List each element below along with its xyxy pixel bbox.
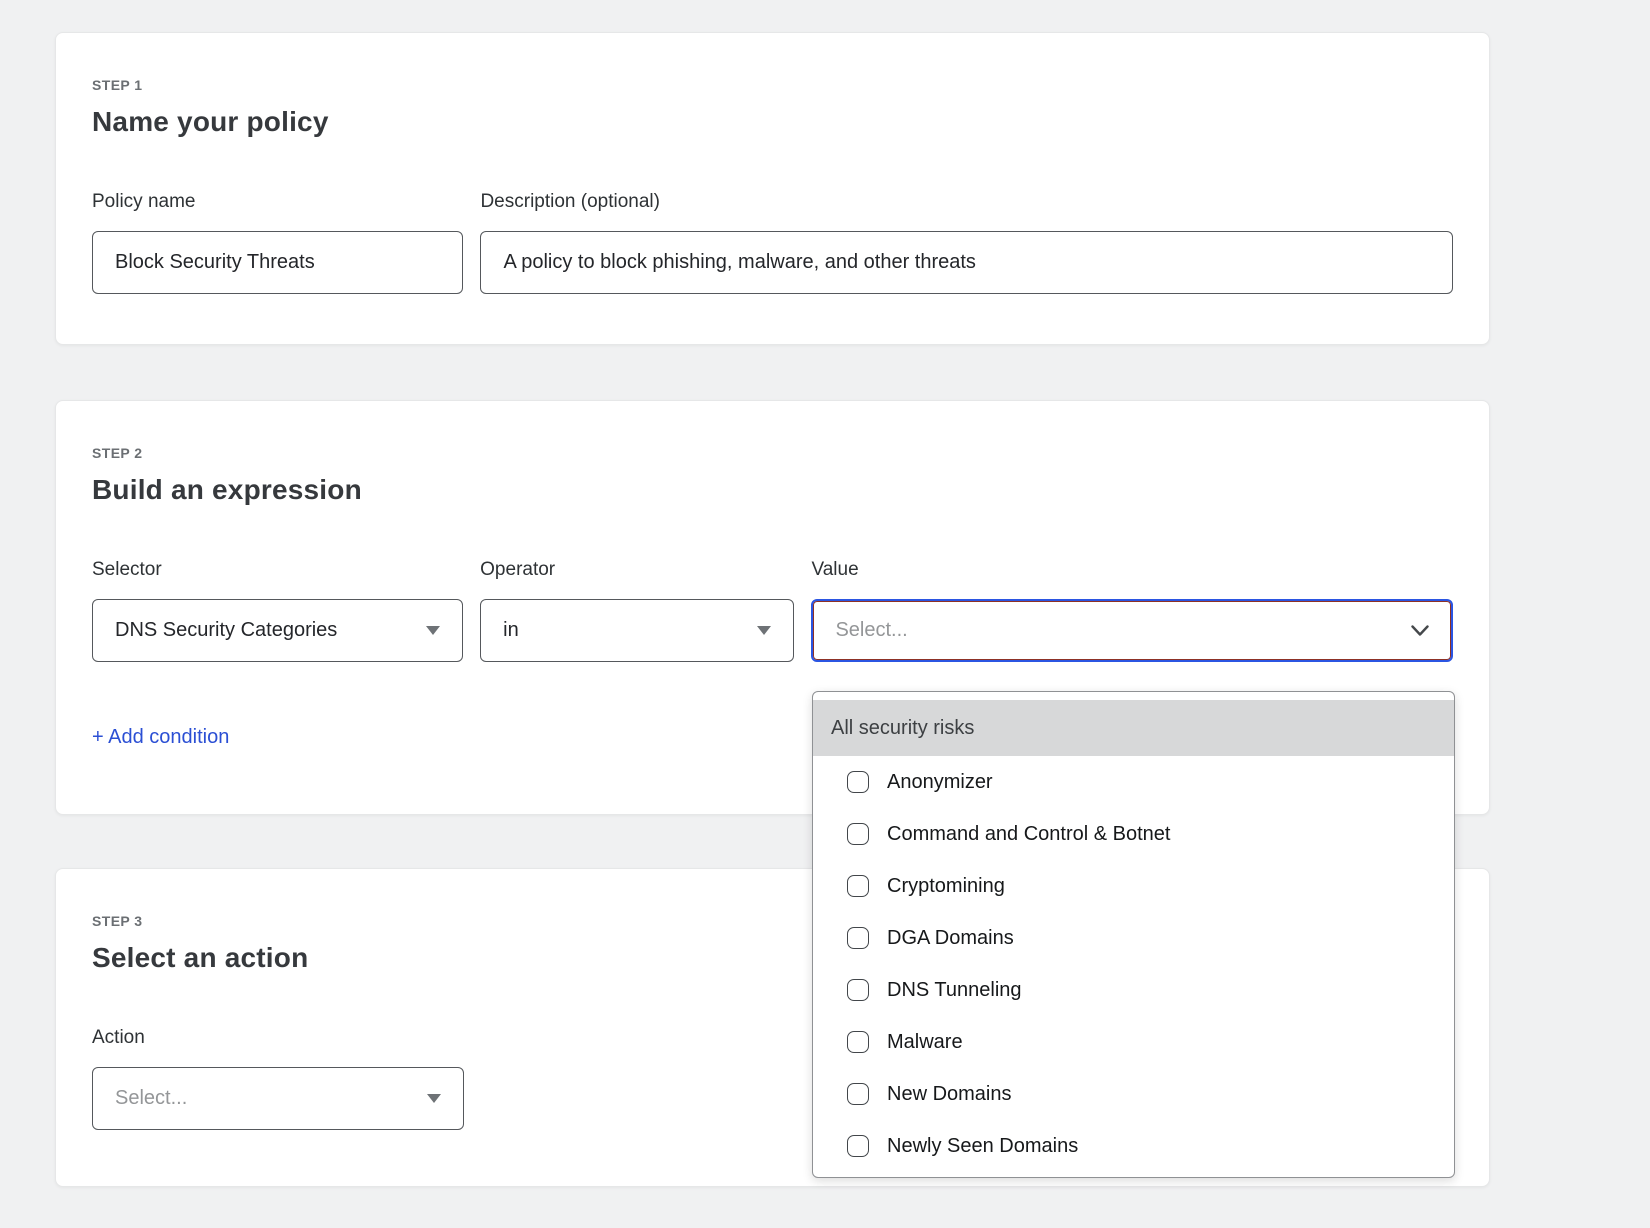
dropdown-option[interactable]: Malware [813,1016,1454,1068]
chevron-down-icon [1411,625,1429,637]
option-label: DGA Domains [887,927,1014,950]
dropdown-option[interactable]: New Domains [813,1068,1454,1120]
selector-select[interactable]: DNS Security Categories [92,599,463,662]
description-label: Description (optional) [480,191,1453,213]
selector-select-value: DNS Security Categories [115,619,337,642]
step1-label: STEP 1 [92,77,1453,93]
operator-select[interactable]: in [480,599,794,662]
step1-title: Name your policy [92,106,1453,138]
option-checkbox[interactable] [847,927,869,949]
add-condition-link[interactable]: + Add condition [92,726,229,749]
option-label: DNS Tunneling [887,979,1022,1002]
dropdown-option[interactable]: Newly Seen Domains [813,1120,1454,1172]
action-select-placeholder: Select... [115,1087,187,1110]
policy-name-label: Policy name [92,191,463,213]
option-label: Newly Seen Domains [887,1135,1078,1158]
value-label: Value [811,559,1453,581]
dropdown-option[interactable]: Command and Control & Botnet [813,808,1454,860]
dropdown-option[interactable]: DGA Domains [813,912,1454,964]
dropdown-options-list: Anonymizer Command and Control & Botnet Cr… [813,756,1454,1172]
dropdown-option[interactable]: Anonymizer [813,756,1454,808]
caret-down-icon [757,626,771,635]
caret-down-icon [427,1094,441,1103]
value-dropdown-panel: All security risks Anonymizer Command and… [812,691,1455,1178]
value-select-placeholder: Select... [835,619,907,642]
dropdown-group-header[interactable]: All security risks [813,700,1454,756]
operator-select-value: in [503,619,519,642]
operator-label: Operator [480,559,794,581]
option-label: Cryptomining [887,875,1005,898]
step2-title: Build an expression [92,474,1453,506]
option-checkbox[interactable] [847,1083,869,1105]
action-label: Action [92,1027,464,1049]
step2-label: STEP 2 [92,445,1453,461]
option-checkbox[interactable] [847,1031,869,1053]
option-label: Command and Control & Botnet [887,823,1171,846]
option-checkbox[interactable] [847,979,869,1001]
option-label: Malware [887,1031,963,1054]
dropdown-option[interactable]: Cryptomining [813,860,1454,912]
option-checkbox[interactable] [847,1135,869,1157]
selector-label: Selector [92,559,463,581]
option-checkbox[interactable] [847,823,869,845]
step1-card: STEP 1 Name your policy Policy name Desc… [55,32,1490,345]
option-checkbox[interactable] [847,875,869,897]
option-label: New Domains [887,1083,1011,1106]
caret-down-icon [426,626,440,635]
value-select[interactable]: Select... [811,599,1453,662]
dropdown-option[interactable]: DNS Tunneling [813,964,1454,1016]
description-input[interactable] [480,231,1453,294]
option-label: Anonymizer [887,771,993,794]
action-select[interactable]: Select... [92,1067,464,1130]
option-checkbox[interactable] [847,771,869,793]
policy-name-input[interactable] [92,231,463,294]
